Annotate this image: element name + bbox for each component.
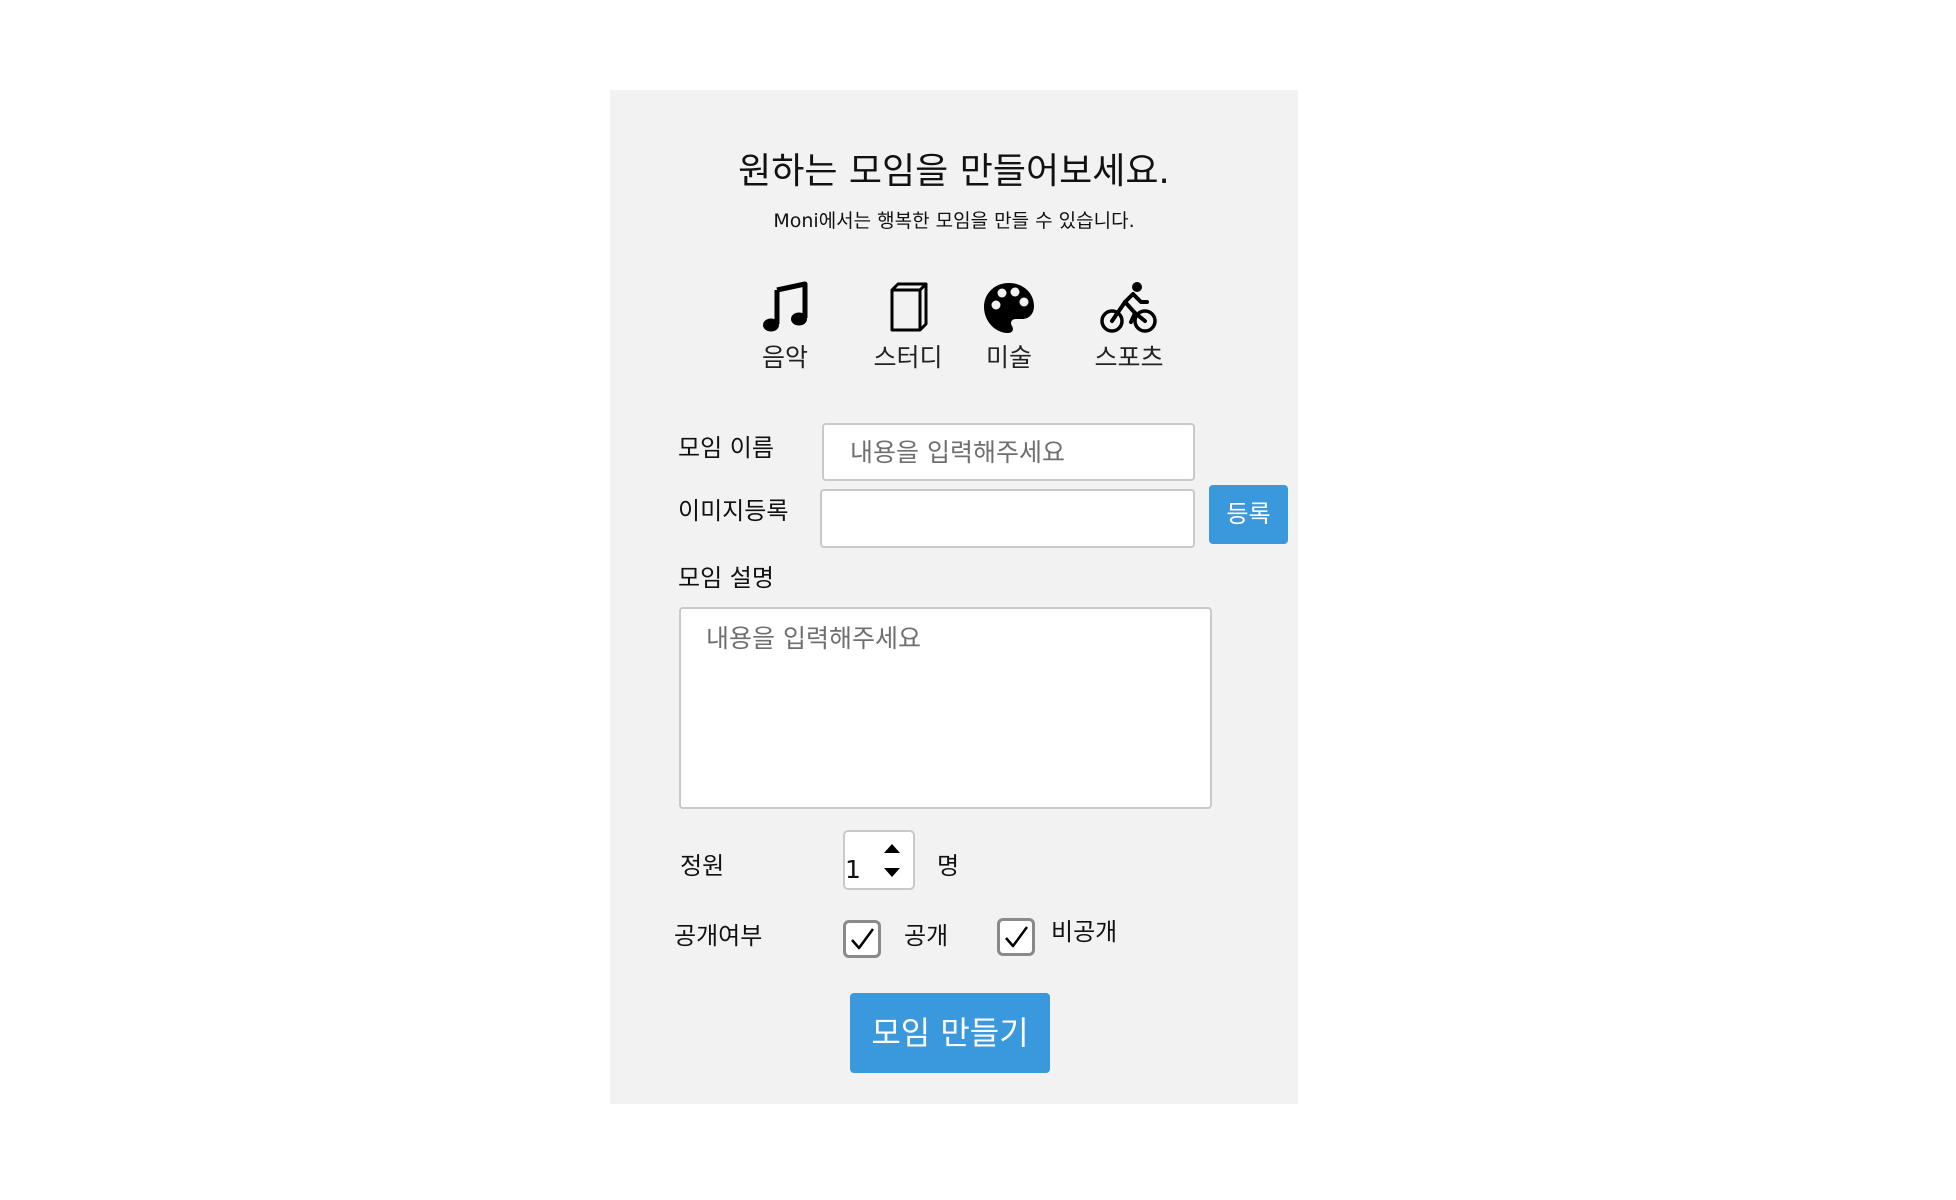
capacity-label: 정원 [680, 852, 725, 880]
private-option-label: 비공개 [1051, 918, 1118, 946]
category-study[interactable]: 스터디 [853, 280, 963, 390]
cyclist-icon [1100, 282, 1157, 333]
checkmark-icon [851, 928, 875, 950]
page-subtitle: Moni에서는 행복한 모임을 만들 수 있습니다. [773, 210, 1135, 232]
capacity-stepper[interactable]: 1 [843, 830, 915, 890]
create-group-panel: 원하는 모임을 만들어보세요. Moni에서는 행복한 모임을 만들 수 있습니… [610, 90, 1298, 1104]
register-image-button[interactable]: 등록 [1209, 485, 1288, 544]
category-label: 스포츠 [1094, 343, 1164, 372]
group-name-input[interactable] [822, 423, 1195, 481]
book-icon [890, 282, 928, 332]
category-label: 음악 [761, 343, 808, 372]
checkmark-icon [1005, 926, 1029, 948]
create-group-button[interactable]: 모임 만들기 [850, 993, 1050, 1073]
visibility-label: 공개여부 [674, 922, 763, 950]
category-label: 미술 [985, 343, 1032, 372]
category-label: 스터디 [873, 343, 943, 372]
image-path-input[interactable] [820, 489, 1195, 548]
category-art[interactable]: 미술 [954, 280, 1064, 390]
capacity-unit: 명 [937, 852, 960, 880]
image-register-label: 이미지등록 [678, 497, 789, 525]
private-checkbox[interactable] [997, 918, 1035, 956]
group-description-label: 모임 설명 [678, 564, 774, 592]
category-music[interactable]: 음악 [730, 280, 840, 390]
capacity-value: 1 [845, 855, 861, 884]
public-checkbox[interactable] [843, 920, 881, 958]
palette-icon [984, 283, 1034, 333]
group-name-label: 모임 이름 [678, 434, 774, 462]
increment-arrow-icon[interactable] [883, 842, 901, 854]
group-description-textarea[interactable] [679, 607, 1212, 809]
music-note-icon [763, 281, 808, 332]
page-title: 원하는 모임을 만들어보세요. [738, 151, 1170, 192]
decrement-arrow-icon[interactable] [883, 867, 901, 879]
category-sports[interactable]: 스포츠 [1074, 280, 1184, 390]
public-option-label: 공개 [904, 922, 949, 950]
